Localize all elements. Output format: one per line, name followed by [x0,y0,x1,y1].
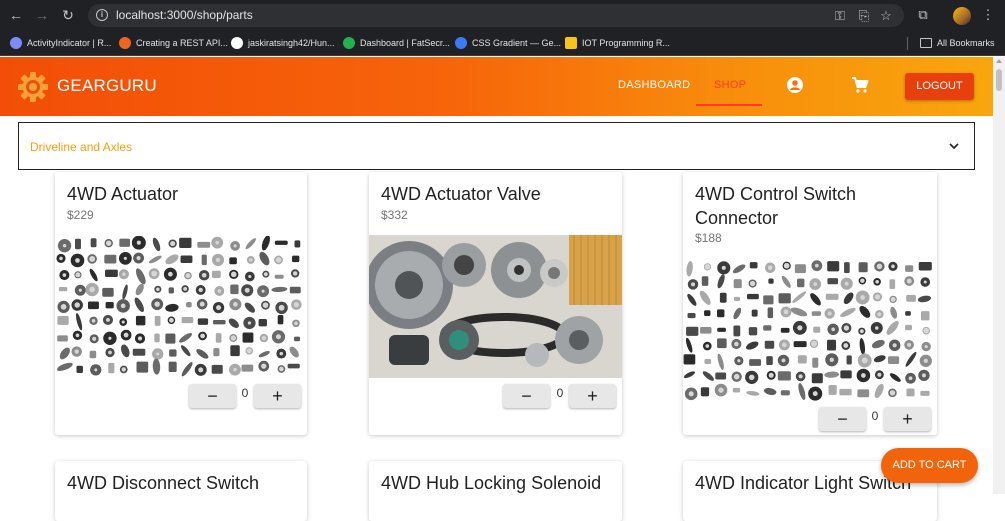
bookmark-item[interactable]: CSS Gradient — Ge... [455,36,561,50]
gear-logo-icon [18,72,48,102]
bookmark-label: Creating a REST API... [136,38,228,48]
all-bookmarks[interactable]: All Bookmarks [920,36,995,50]
product-name: 4WD Disconnect Switch [67,473,260,493]
bookmark-label: CSS Gradient — Ge... [472,38,562,48]
folder-icon [920,37,932,48]
product-card: 4WD Control Switch Connector $188 − 0 + [683,172,937,435]
brand-name[interactable]: GEARGURU [57,76,157,96]
key-icon[interactable]: ⚿ [832,8,848,24]
bookmark-item[interactable]: Creating a REST API... [119,36,228,50]
bookmark-item[interactable]: ActivityIndicator | R... [10,36,111,50]
account-icon[interactable] [786,76,804,94]
quantity-value: 0 [871,409,879,423]
product-name: 4WD Indicator Light Switch [695,473,912,493]
bookmark-favicon-icon [565,36,577,49]
category-select[interactable]: Driveline and Axles [18,122,975,170]
bookmarks-bar: ActivityIndicator | R... Creating a REST… [0,31,1005,56]
product-image [369,235,622,378]
github-icon [231,36,243,49]
forward-icon[interactable]: → [32,5,52,25]
product-name: 4WD Actuator Valve [381,184,541,204]
app-header: GEARGURU DASHBOARD SHOP LOGOUT [0,57,993,116]
product-price: $332 [381,208,408,222]
address-bar[interactable]: i localhost:3000/shop/parts ⚿ ⎘ ☆ [88,4,904,27]
url-text: localhost:3000/shop/parts [116,8,253,22]
chevron-down-icon [949,143,959,150]
all-bookmarks-label: All Bookmarks [937,38,995,48]
menu-icon[interactable]: ⋮ [980,7,996,23]
reload-icon[interactable]: ↻ [58,5,78,25]
profile-avatar[interactable] [953,7,971,25]
increase-quantity-button[interactable]: + [884,407,931,431]
increase-quantity-button[interactable]: + [569,384,616,408]
bookmark-item[interactable]: Dashboard | FatSecr... [343,36,450,50]
product-name: 4WD Actuator [67,184,179,204]
bookmark-favicon-icon [119,36,131,49]
bookmarks-divider [907,37,908,50]
cart-icon[interactable] [851,76,869,94]
product-image [683,259,937,402]
scroll-thumb[interactable] [996,69,1002,91]
nav-active-indicator [696,104,762,106]
product-card: 4WD Actuator Valve $332 − 0 + [369,172,622,435]
nav-shop[interactable]: SHOP [714,79,746,91]
logout-button[interactable]: LOGOUT [905,73,974,100]
decrease-quantity-button[interactable]: − [503,384,550,408]
bookmark-item[interactable]: IOT Programming R... [565,36,670,50]
bookmark-item[interactable]: jaskiratsingh42/Hun... [231,36,335,50]
scroll-up-arrow-icon[interactable] [996,59,1002,63]
bookmark-label: jaskiratsingh42/Hun... [248,38,335,48]
product-name: 4WD Hub Locking Solenoid [381,473,602,493]
product-image [55,236,307,378]
decrease-quantity-button[interactable]: − [819,407,866,431]
quantity-value: 0 [241,386,249,400]
category-selected-value: Driveline and Axles [30,140,133,154]
product-card: 4WD Hub Locking Solenoid [369,461,622,521]
product-price: $188 [695,231,722,245]
back-icon[interactable]: ← [6,5,26,25]
star-icon[interactable]: ☆ [878,8,894,24]
site-info-icon[interactable]: i [96,9,108,21]
product-name: 4WD Control Switch Connector [695,184,857,228]
bookmark-label: ActivityIndicator | R... [27,38,112,48]
product-card: 4WD Actuator $229 − 0 + [55,172,307,435]
install-app-icon[interactable]: ⎘ [856,8,872,24]
extensions-icon[interactable]: ⧉ [915,7,931,23]
add-to-cart-button[interactable]: ADD TO CART [881,448,978,483]
nav-dashboard[interactable]: DASHBOARD [618,79,690,91]
decrease-quantity-button[interactable]: − [189,384,236,408]
product-card: 4WD Disconnect Switch [55,461,307,521]
bookmark-label: Dashboard | FatSecr... [360,38,450,48]
bookmark-favicon-icon [343,36,355,49]
bookmark-favicon-icon [455,36,467,49]
increase-quantity-button[interactable]: + [254,384,301,408]
browser-toolbar: ← → ↻ i localhost:3000/shop/parts ⚿ ⎘ ☆ … [0,0,1005,31]
bookmark-label: IOT Programming R... [582,38,670,48]
bookmark-favicon-icon [10,36,22,49]
page-scrollbar[interactable] [993,57,1005,494]
product-price: $229 [67,208,94,222]
quantity-value: 0 [556,386,564,400]
